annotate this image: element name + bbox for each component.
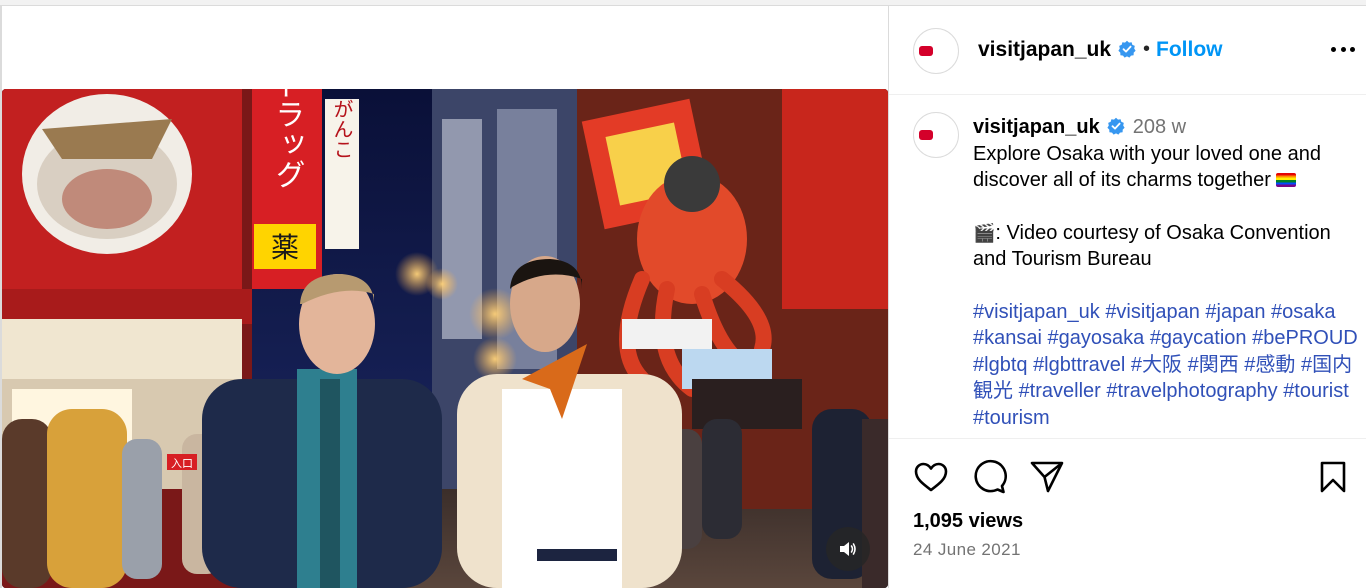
header-username[interactable]: visitjapan_uk [978, 38, 1136, 62]
instagram-post-window: ドラッグ がんこ 薬 入口 visitjapan_uk • Follow vis… [0, 0, 1366, 588]
send-icon [1030, 461, 1064, 493]
save-button[interactable] [1315, 459, 1351, 495]
hashtag-link[interactable]: #lgbtq [973, 354, 1028, 376]
view-count[interactable]: 1,095 views [913, 510, 1023, 533]
sign-entrance: 入口 [171, 457, 193, 470]
caption-credit: 🎬: Video courtesy of Osaka Convention an… [973, 221, 1331, 271]
hashtag-link[interactable]: #gayosaka [1048, 327, 1145, 349]
sign-ganko: がんこ [330, 99, 354, 159]
hashtag-link[interactable]: #osaka [1271, 301, 1336, 323]
clapperboard-icon: 🎬 [973, 222, 996, 243]
hashtag-link[interactable]: #tourism [973, 407, 1050, 429]
hashtag-link[interactable]: #感動 [1244, 354, 1295, 376]
hashtag-list: #visitjapan_uk #visitjapan #japan #osaka… [973, 299, 1358, 432]
comment-icon [974, 459, 1007, 494]
hashtag-link[interactable]: #visitjapan_uk [973, 301, 1100, 323]
brand-logo [919, 46, 953, 56]
hashtag-link[interactable]: #大阪 [1131, 354, 1182, 376]
more-options-button[interactable] [1330, 36, 1356, 62]
hashtag-link[interactable]: #bePROUD [1252, 327, 1358, 349]
media-letterbox [2, 7, 888, 89]
post-video[interactable]: ドラッグ がんこ 薬 入口 [2, 89, 888, 588]
hashtag-link[interactable]: #japan [1205, 301, 1265, 323]
sign-drug: ドラッグ [270, 89, 305, 189]
hashtag-link[interactable]: #traveller [1019, 380, 1101, 402]
hashtag-link[interactable]: #kansai [973, 327, 1042, 349]
caption-divider [889, 438, 1366, 439]
rainbow-flag-icon [1276, 173, 1297, 187]
post-date[interactable]: 24 June 2021 [913, 540, 1021, 560]
hashtag-link[interactable]: #tourist [1283, 380, 1349, 402]
verified-badge-icon [1107, 117, 1125, 135]
avatar[interactable] [913, 28, 959, 74]
hashtag-link[interactable]: #関西 [1188, 354, 1239, 376]
caption-username[interactable]: visitjapan_uk [973, 116, 1125, 138]
post-timestamp[interactable]: 208 w [1133, 116, 1186, 138]
header-separator: • [1143, 38, 1151, 60]
sign-kusuri: 薬 [271, 231, 299, 264]
heart-icon [914, 462, 948, 492]
more-dots-icon [1331, 46, 1336, 52]
caption-avatar[interactable] [913, 112, 959, 158]
bookmark-icon [1320, 461, 1346, 493]
speaker-icon [840, 542, 856, 556]
caption-text: Explore Osaka with your loved one and di… [973, 142, 1321, 192]
follow-button[interactable]: Follow [1156, 38, 1223, 62]
share-button[interactable] [1029, 459, 1065, 495]
video-frame: ドラッグ がんこ 薬 入口 [2, 89, 888, 588]
post-side-panel: visitjapan_uk • Follow visitjapan_uk 208 … [889, 6, 1366, 588]
hashtag-link[interactable]: #visitjapan [1105, 301, 1200, 323]
username-text[interactable]: visitjapan_uk [978, 38, 1111, 61]
comment-button[interactable] [971, 459, 1007, 495]
hashtag-link[interactable]: #travelphotography [1106, 380, 1277, 402]
hashtag-link[interactable]: #lgbttravel [1033, 354, 1125, 376]
mute-toggle-button[interactable] [826, 527, 870, 571]
like-button[interactable] [913, 459, 949, 495]
post-caption: visitjapan_uk 208 w Explore Osaka with yo… [973, 114, 1358, 431]
action-bar [913, 459, 1353, 499]
hashtag-link[interactable]: #gaycation [1150, 327, 1247, 349]
post-header: visitjapan_uk • Follow [889, 6, 1366, 95]
verified-badge-icon [1118, 40, 1136, 58]
brand-logo [919, 130, 953, 140]
